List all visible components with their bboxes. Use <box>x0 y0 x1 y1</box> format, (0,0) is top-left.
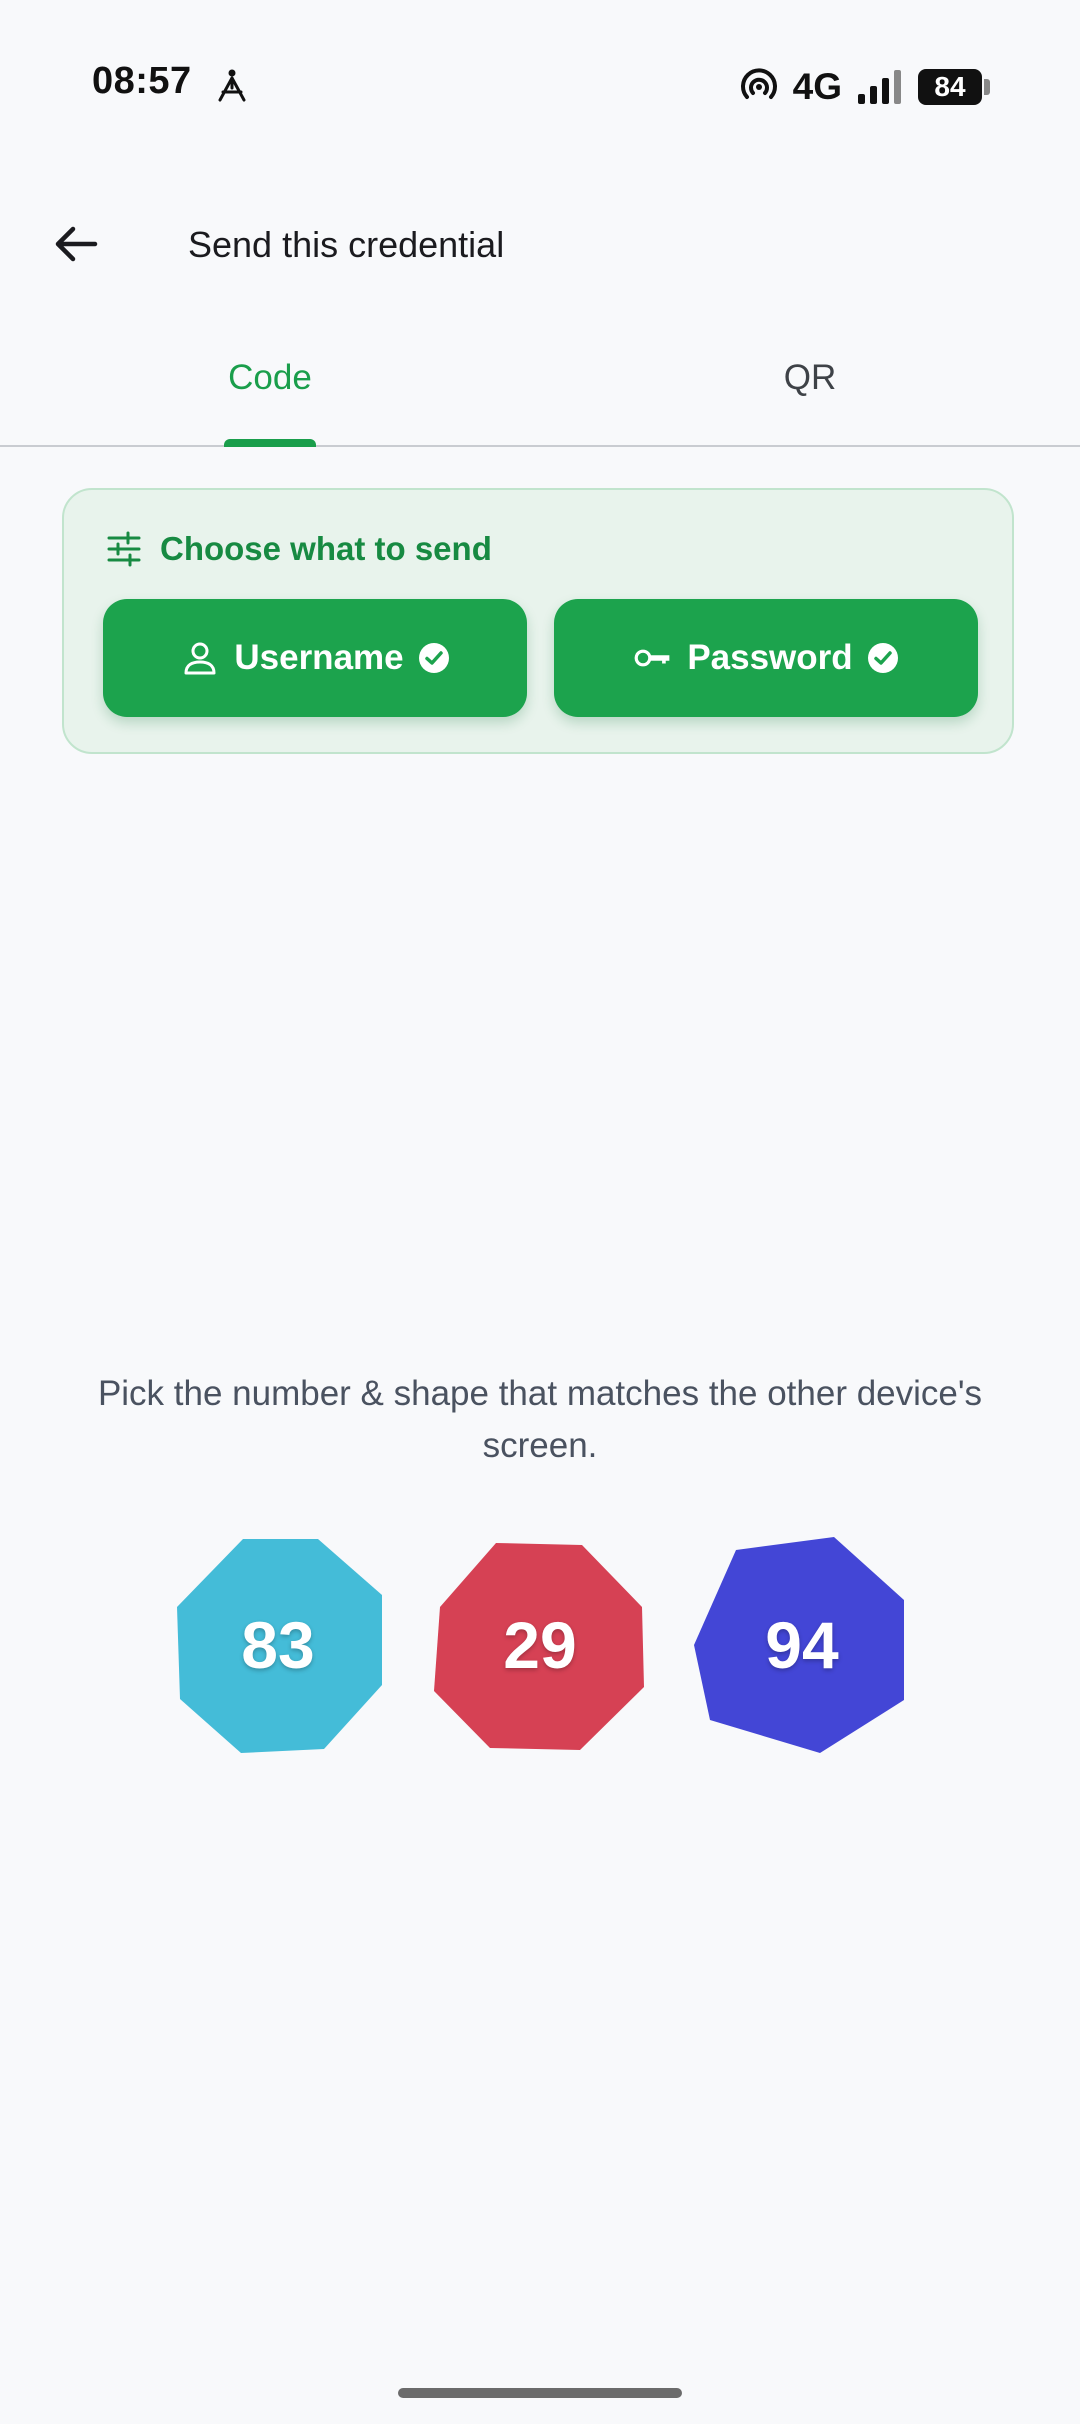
tab-qr[interactable]: QR <box>540 335 1080 445</box>
network-type: 4G <box>792 66 842 107</box>
arrow-back-icon <box>55 226 98 262</box>
username-label: Username <box>234 638 404 677</box>
back-button[interactable] <box>44 212 108 276</box>
choose-header: Choose what to send <box>106 530 492 568</box>
hotspot-icon <box>740 68 777 99</box>
home-indicator[interactable] <box>398 2388 682 2398</box>
tab-indicator <box>224 439 316 447</box>
shape-number: 29 <box>503 1608 577 1682</box>
status-indicators: 4G 84 <box>739 62 990 112</box>
tune-icon <box>107 531 141 567</box>
accessibility-icon <box>218 69 246 102</box>
password-label: Password <box>687 638 853 677</box>
signal-icon <box>858 70 901 104</box>
shape-number: 94 <box>765 1608 839 1682</box>
tab-code[interactable]: Code <box>0 335 540 445</box>
status-time: 08:57 <box>92 60 192 102</box>
tab-qr-label: QR <box>783 358 837 397</box>
tab-code-label: Code <box>228 358 312 397</box>
person-icon <box>184 642 216 675</box>
password-toggle-button[interactable]: Password <box>554 599 978 717</box>
username-toggle-button[interactable]: Username <box>103 599 527 717</box>
check-circle-icon <box>867 643 898 673</box>
shape-option-83[interactable]: 83 <box>168 1535 388 1755</box>
key-icon <box>634 649 670 667</box>
battery-icon: 84 <box>918 69 990 105</box>
shape-option-94[interactable]: 94 <box>692 1535 912 1755</box>
battery-level: 84 <box>918 69 982 105</box>
instruction-text: Pick the number & shape that matches the… <box>97 1374 983 1465</box>
shape-option-29[interactable]: 29 <box>430 1535 650 1755</box>
page-title: Send this credential <box>188 224 505 265</box>
choose-card: Choose what to send Username Password <box>62 488 1014 754</box>
shape-number: 83 <box>241 1608 315 1682</box>
status-bar: 08:57 4G 84 <box>0 0 1080 175</box>
choose-label: Choose what to send <box>160 530 492 567</box>
tab-bar: Code QR <box>0 335 1080 447</box>
check-circle-icon <box>418 643 449 673</box>
